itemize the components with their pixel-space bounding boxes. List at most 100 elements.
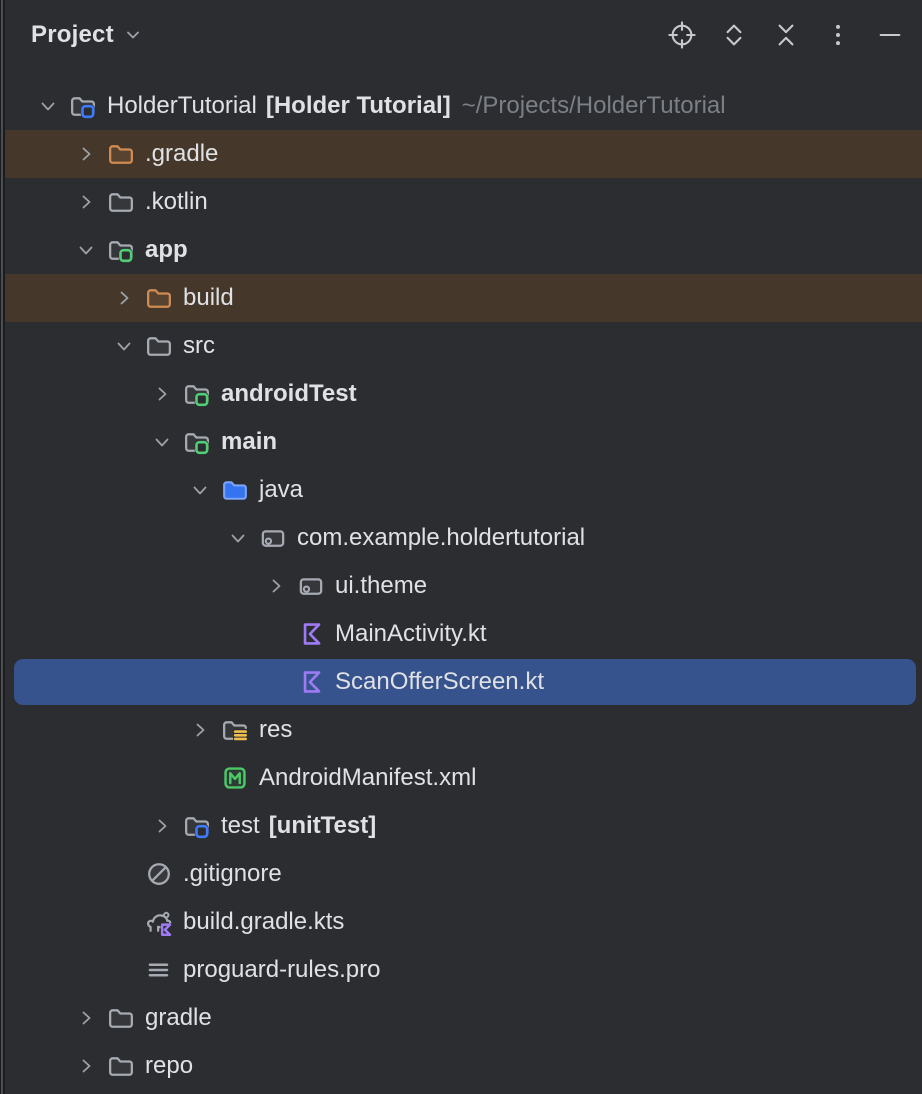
panel-splitter-handle[interactable] bbox=[1, 0, 3, 1094]
item-label: MainActivity.kt bbox=[335, 620, 487, 648]
sources-folder-icon bbox=[221, 476, 249, 504]
row-highlight bbox=[5, 226, 922, 274]
item-label: proguard-rules.pro bbox=[183, 956, 380, 984]
chevron-down-icon[interactable] bbox=[149, 418, 175, 466]
tree-row-proguard-rules.pro[interactable]: proguard-rules.pro bbox=[5, 946, 922, 994]
chevron-right-icon[interactable] bbox=[73, 130, 99, 178]
chevron-down-icon bbox=[123, 25, 143, 45]
folder-icon bbox=[107, 188, 135, 216]
module-folder-icon bbox=[107, 236, 135, 264]
tree-row-app[interactable]: app bbox=[5, 226, 922, 274]
item-name: java bbox=[259, 476, 303, 504]
gradle-kotlin-file-icon bbox=[145, 908, 173, 936]
text-file-icon bbox=[145, 956, 173, 984]
row-highlight bbox=[5, 946, 922, 994]
tree-row-mainactivity.kt[interactable]: MainActivity.kt bbox=[5, 610, 922, 658]
locate-file-icon bbox=[668, 21, 696, 49]
tree-row-main[interactable]: main bbox=[5, 418, 922, 466]
item-name: proguard-rules.pro bbox=[183, 956, 380, 984]
chevron-down-icon[interactable] bbox=[187, 466, 213, 514]
more-options-icon bbox=[824, 21, 852, 49]
row-highlight bbox=[5, 850, 922, 898]
chevron-right-icon[interactable] bbox=[149, 370, 175, 418]
more-options-button[interactable] bbox=[820, 17, 856, 53]
item-label: build bbox=[183, 284, 234, 312]
chevron-right-icon[interactable] bbox=[73, 994, 99, 1042]
row-highlight bbox=[5, 898, 922, 946]
row-highlight bbox=[5, 562, 922, 610]
chevron-right-icon[interactable] bbox=[187, 706, 213, 754]
tree-row-test[interactable]: test[unitTest] bbox=[5, 802, 922, 850]
expand-all-button[interactable] bbox=[716, 17, 752, 53]
tree-row-scanofferscreen.kt[interactable]: ScanOfferScreen.kt bbox=[5, 658, 922, 706]
tree-row-src[interactable]: src bbox=[5, 322, 922, 370]
item-label: res bbox=[259, 716, 292, 744]
tree-row-androidmanifest.xml[interactable]: AndroidManifest.xml bbox=[5, 754, 922, 802]
tree-row-repo[interactable]: repo bbox=[5, 1042, 922, 1090]
tree-row-.gitignore[interactable]: .gitignore bbox=[5, 850, 922, 898]
item-name: build.gradle.kts bbox=[183, 908, 344, 936]
chevron-right-icon[interactable] bbox=[73, 1042, 99, 1090]
chevron-right-icon[interactable] bbox=[263, 562, 289, 610]
chevron-spacer bbox=[111, 850, 137, 898]
tree-row-com.example.holdertutorial[interactable]: com.example.holdertutorial bbox=[5, 514, 922, 562]
item-label: java bbox=[259, 476, 303, 504]
collapse-all-button[interactable] bbox=[768, 17, 804, 53]
excluded-folder-icon bbox=[145, 284, 173, 312]
item-name: com.example.holdertutorial bbox=[297, 524, 585, 552]
tree-row-build.gradle.kts[interactable]: build.gradle.kts bbox=[5, 898, 922, 946]
item-label: AndroidManifest.xml bbox=[259, 764, 476, 792]
item-name: .gradle bbox=[145, 140, 218, 168]
tree-row-res[interactable]: res bbox=[5, 706, 922, 754]
item-name: .gitignore bbox=[183, 860, 282, 888]
hide-panel-icon bbox=[876, 21, 904, 49]
item-name: gradle bbox=[145, 1004, 212, 1032]
chevron-spacer bbox=[111, 946, 137, 994]
project-tree: HolderTutorial[Holder Tutorial]~/Project… bbox=[5, 82, 922, 1090]
tree-row-androidtest[interactable]: androidTest bbox=[5, 370, 922, 418]
tree-row-build[interactable]: build bbox=[5, 274, 922, 322]
row-highlight bbox=[5, 466, 922, 514]
tree-row-gradle[interactable]: gradle bbox=[5, 994, 922, 1042]
chevron-right-icon[interactable] bbox=[73, 178, 99, 226]
item-path: ~/Projects/HolderTutorial bbox=[462, 92, 726, 120]
package-icon bbox=[297, 572, 325, 600]
header-toolbar bbox=[664, 17, 908, 53]
tree-row-.kotlin[interactable]: .kotlin bbox=[5, 178, 922, 226]
item-name: repo bbox=[145, 1052, 193, 1080]
chevron-right-icon[interactable] bbox=[111, 274, 137, 322]
chevron-down-icon[interactable] bbox=[111, 322, 137, 370]
row-highlight bbox=[5, 178, 922, 226]
locate-file-button[interactable] bbox=[664, 17, 700, 53]
item-label: src bbox=[183, 332, 215, 360]
row-highlight bbox=[5, 418, 922, 466]
project-panel: Project HolderTutorial[Holder Tutorial]~… bbox=[5, 0, 922, 1094]
item-label: .gradle bbox=[145, 140, 218, 168]
item-name: main bbox=[221, 428, 277, 456]
package-icon bbox=[259, 524, 287, 552]
tree-row-holdertutorial[interactable]: HolderTutorial[Holder Tutorial]~/Project… bbox=[5, 82, 922, 130]
chevron-down-icon[interactable] bbox=[73, 226, 99, 274]
panel-title: Project bbox=[31, 21, 114, 49]
item-label: HolderTutorial[Holder Tutorial]~/Project… bbox=[107, 92, 726, 120]
chevron-down-icon[interactable] bbox=[35, 82, 61, 130]
project-view-selector[interactable]: Project bbox=[31, 21, 143, 49]
hide-panel-button[interactable] bbox=[872, 17, 908, 53]
row-highlight bbox=[5, 706, 922, 754]
row-highlight bbox=[5, 130, 922, 178]
item-name: AndroidManifest.xml bbox=[259, 764, 476, 792]
chevron-down-icon[interactable] bbox=[225, 514, 251, 562]
item-label: main bbox=[221, 428, 277, 456]
item-name: androidTest bbox=[221, 380, 357, 408]
item-label: ScanOfferScreen.kt bbox=[335, 668, 544, 696]
item-name: src bbox=[183, 332, 215, 360]
chevron-right-icon[interactable] bbox=[149, 802, 175, 850]
kotlin-file-icon bbox=[297, 620, 325, 648]
item-qualifier: [Holder Tutorial] bbox=[266, 92, 451, 120]
item-label: app bbox=[145, 236, 188, 264]
folder-icon bbox=[107, 1004, 135, 1032]
tree-row-ui.theme[interactable]: ui.theme bbox=[5, 562, 922, 610]
item-label: build.gradle.kts bbox=[183, 908, 344, 936]
tree-row-.gradle[interactable]: .gradle bbox=[5, 130, 922, 178]
tree-row-java[interactable]: java bbox=[5, 466, 922, 514]
